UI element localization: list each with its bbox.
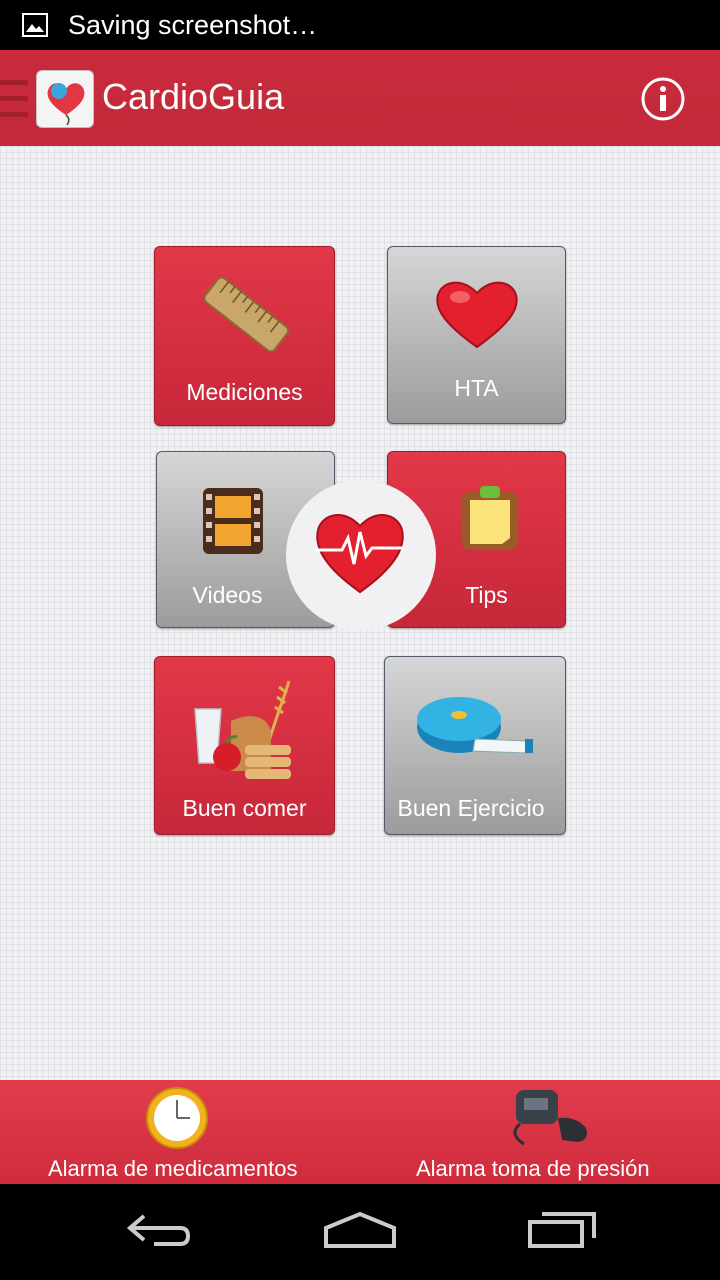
app-title: CardioGuia xyxy=(102,76,285,117)
navigation-bar xyxy=(0,1184,720,1280)
recents-icon[interactable] xyxy=(526,1208,598,1250)
heart-balloon-icon xyxy=(47,83,85,126)
info-icon[interactable] xyxy=(640,76,686,122)
tile-label: Videos xyxy=(192,582,263,608)
tile-mediciones[interactable]: Mediciones xyxy=(154,246,335,426)
clock-icon xyxy=(146,1087,208,1149)
food-icon xyxy=(194,680,291,779)
medication-alarm-label: Alarma de medicamentos xyxy=(48,1156,298,1181)
pressure-alarm-button[interactable]: Alarma toma de presión xyxy=(410,1080,700,1184)
heart-icon xyxy=(436,281,518,349)
hamburger-icon[interactable] xyxy=(0,80,28,118)
film-icon xyxy=(203,488,263,554)
tile-hta[interactable]: HTA xyxy=(387,246,566,424)
status-text: Saving screenshot… xyxy=(68,9,318,40)
tile-buen-ejercicio[interactable]: Buen Ejercicio xyxy=(384,656,566,835)
tile-label: Buen Ejercicio xyxy=(397,795,545,821)
blood-pressure-monitor-icon xyxy=(513,1090,587,1146)
main-grid: Mediciones HTA Videos Tips Buen comer Bu… xyxy=(0,146,720,1080)
clipboard-icon xyxy=(462,486,518,550)
pressure-alarm-label: Alarma toma de presión xyxy=(416,1156,650,1181)
heartbeat-icon xyxy=(316,514,404,594)
back-icon[interactable] xyxy=(124,1208,194,1248)
tape-measure-icon xyxy=(417,697,533,754)
tile-buen-comer[interactable]: Buen comer xyxy=(154,656,335,835)
image-icon xyxy=(22,13,48,37)
tile-label: HTA xyxy=(454,375,499,401)
app-logo[interactable] xyxy=(36,70,94,128)
ruler-icon xyxy=(203,276,290,353)
tile-label: Buen comer xyxy=(182,795,307,821)
medication-alarm-button[interactable]: Alarma de medicamentos xyxy=(40,1080,350,1184)
action-bar: CardioGuia xyxy=(0,50,720,146)
tile-label: Mediciones xyxy=(186,379,303,405)
home-icon[interactable] xyxy=(322,1208,398,1250)
status-bar: Saving screenshot… xyxy=(0,0,720,50)
bottom-bar: Alarma de medicamentos Alarma toma de pr… xyxy=(0,1080,720,1184)
